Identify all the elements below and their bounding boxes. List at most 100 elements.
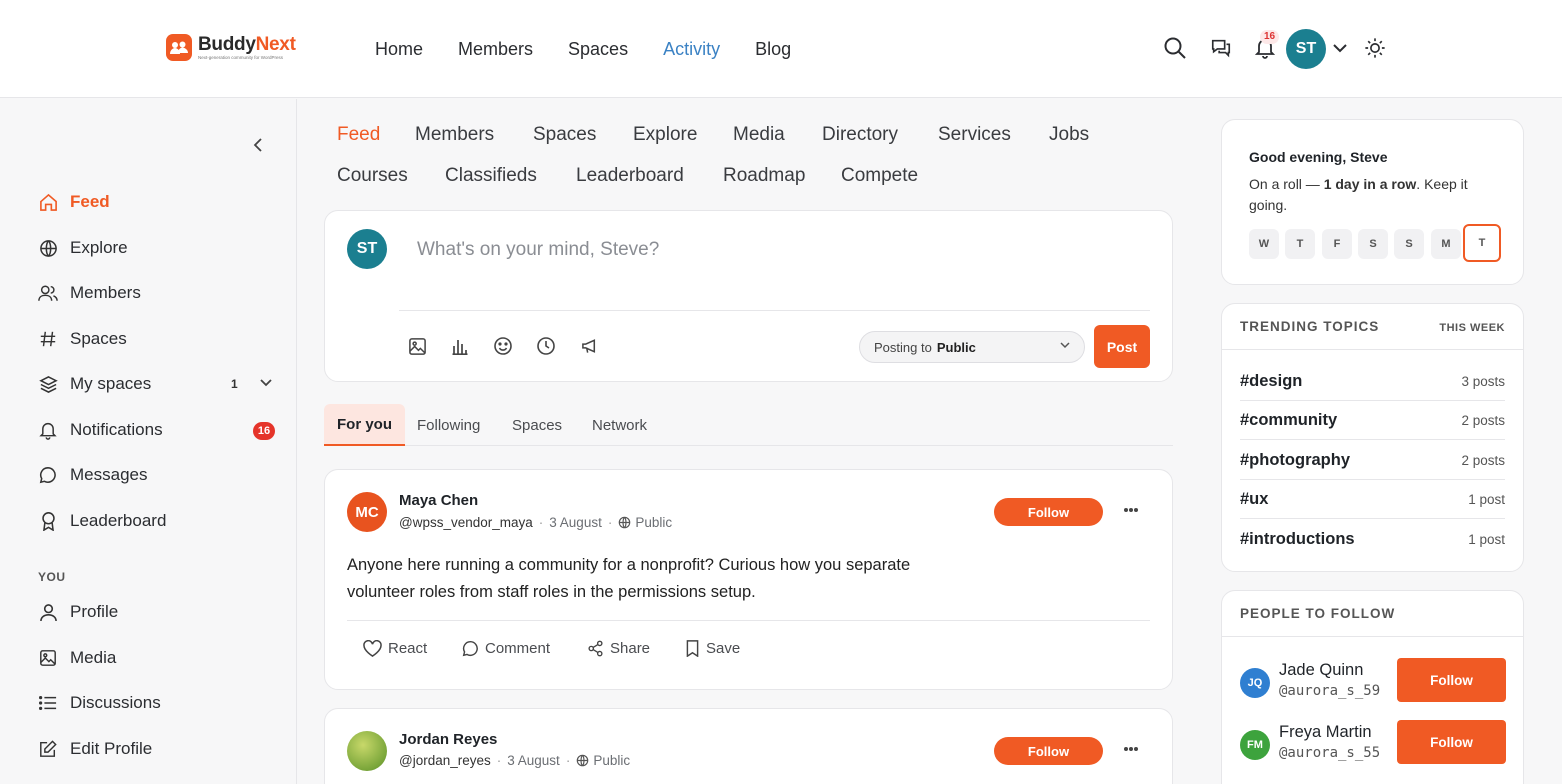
author-avatar[interactable] [347, 731, 387, 771]
add-image-icon[interactable] [406, 335, 428, 357]
tab-network[interactable]: Network [579, 404, 660, 446]
brand-tagline: Next-generation community for WordPress [198, 54, 283, 60]
sidebar-item-label: Explore [70, 238, 128, 257]
sidebar-item-discussions[interactable]: Discussions [38, 691, 161, 715]
tab-compete[interactable]: Compete [841, 165, 918, 187]
tab-members[interactable]: Members [415, 124, 494, 146]
nav-blog[interactable]: Blog [755, 38, 791, 60]
follow-button[interactable]: Follow [1397, 720, 1506, 764]
sidebar-item-label: Discussions [70, 693, 161, 712]
tab-classifieds[interactable]: Classifieds [445, 165, 537, 187]
react-button[interactable]: React [363, 640, 427, 657]
trending-topic[interactable]: #photography 2 posts [1240, 441, 1505, 480]
tab-following[interactable]: Following [404, 404, 493, 446]
people-to-follow-card: PEOPLE TO FOLLOW JQ Jade Quinn @aurora_s… [1221, 590, 1524, 784]
trending-period: THIS WEEK [1439, 322, 1505, 334]
follow-button[interactable]: Follow [994, 737, 1103, 765]
person-name[interactable]: Freya Martin [1279, 723, 1372, 742]
follow-button[interactable]: Follow [1397, 658, 1506, 702]
tab-leaderboard[interactable]: Leaderboard [576, 165, 684, 187]
notifications-count-badge: 16 [253, 422, 275, 440]
globe-icon [618, 516, 631, 529]
tab-spaces-feed[interactable]: Spaces [499, 404, 575, 446]
post-date[interactable]: 3 August [507, 753, 560, 768]
nav-activity[interactable]: Activity [663, 38, 720, 60]
share-button[interactable]: Share [587, 640, 650, 657]
author-handle[interactable]: @jordan_reyes [399, 753, 491, 768]
tab-for-you[interactable]: For you [324, 404, 405, 446]
sidebar-item-notifications[interactable]: Notifications [38, 418, 163, 442]
sidebar-item-explore[interactable]: Explore [38, 236, 128, 260]
tab-spaces[interactable]: Spaces [533, 124, 596, 146]
top-nav: Home Members Spaces Activity Blog [375, 38, 826, 60]
poll-chart-icon[interactable] [449, 335, 471, 357]
react-label: React [388, 640, 428, 657]
trending-title: TRENDING TOPICS [1240, 319, 1380, 334]
audience-select[interactable]: Posting to Public [859, 331, 1085, 363]
sidebar-item-label: My spaces [70, 374, 152, 393]
sidebar-item-spaces[interactable]: Spaces [38, 327, 127, 351]
people-title: PEOPLE TO FOLLOW [1240, 606, 1396, 621]
person-avatar[interactable]: JQ [1240, 668, 1270, 698]
sidebar-item-media[interactable]: Media [38, 646, 116, 670]
save-button[interactable]: Save [685, 640, 740, 657]
brand-logo[interactable]: BuddyNext Next-generation community for … [166, 34, 296, 61]
user-icon [38, 602, 58, 622]
trending-topic[interactable]: #introductions 1 post [1240, 520, 1505, 559]
tab-media[interactable]: Media [733, 124, 785, 146]
streak-day: F [1322, 229, 1352, 259]
sidebar-item-profile[interactable]: Profile [38, 600, 118, 624]
more-options-icon[interactable] [1123, 507, 1143, 517]
tab-feed[interactable]: Feed [337, 124, 380, 146]
composer-divider [399, 310, 1150, 311]
nav-spaces[interactable]: Spaces [568, 38, 628, 60]
sidebar-item-leaderboard[interactable]: Leaderboard [38, 509, 166, 533]
nav-members[interactable]: Members [458, 38, 533, 60]
author-name[interactable]: Maya Chen [399, 492, 478, 509]
trending-topic[interactable]: #community 2 posts [1240, 401, 1505, 440]
chevron-down-icon[interactable] [1326, 34, 1354, 62]
streak-day: T [1285, 229, 1315, 259]
author-avatar[interactable]: MC [347, 492, 387, 532]
sidebar-item-edit-profile[interactable]: Edit Profile [38, 737, 152, 761]
tab-roadmap[interactable]: Roadmap [723, 165, 805, 187]
person-avatar[interactable]: FM [1240, 730, 1270, 760]
greeting-card: Good evening, Steve On a roll — 1 day in… [1221, 119, 1524, 285]
schedule-clock-icon[interactable] [535, 335, 557, 357]
my-spaces-chevron-down-icon[interactable] [260, 379, 272, 387]
tab-jobs[interactable]: Jobs [1049, 124, 1089, 146]
trending-topic[interactable]: #design 3 posts [1240, 362, 1505, 401]
tab-courses[interactable]: Courses [337, 165, 408, 187]
post-button[interactable]: Post [1094, 325, 1150, 368]
sidebar-item-my-spaces[interactable]: My spaces [38, 372, 151, 396]
sidebar-item-feed[interactable]: Feed [38, 190, 110, 214]
comment-button[interactable]: Comment [462, 640, 550, 657]
message-icon [38, 465, 58, 485]
follow-button[interactable]: Follow [994, 498, 1103, 526]
collapse-sidebar-icon[interactable] [250, 136, 266, 154]
theme-toggle-sun-icon[interactable] [1361, 34, 1389, 62]
notifications-badge: 16 [1260, 30, 1280, 44]
tab-directory[interactable]: Directory [822, 124, 898, 146]
post-date[interactable]: 3 August [549, 515, 602, 530]
hash-icon [38, 329, 58, 349]
sidebar-item-members[interactable]: Members [38, 281, 141, 305]
author-handle[interactable]: @wpss_vendor_maya [399, 515, 533, 530]
sidebar-item-messages[interactable]: Messages [38, 463, 147, 487]
tab-explore[interactable]: Explore [633, 124, 697, 146]
announcement-megaphone-icon[interactable] [579, 335, 601, 357]
tab-services[interactable]: Services [938, 124, 1011, 146]
post-visibility: Public [635, 515, 673, 530]
author-name[interactable]: Jordan Reyes [399, 731, 497, 748]
user-avatar[interactable]: ST [1286, 29, 1326, 69]
sidebar-item-label: Feed [70, 192, 110, 211]
emoji-icon[interactable] [492, 335, 514, 357]
comment-label: Comment [485, 640, 551, 657]
more-options-icon[interactable] [1123, 746, 1143, 756]
person-name[interactable]: Jade Quinn [1279, 661, 1363, 680]
nav-home[interactable]: Home [375, 38, 423, 60]
trending-topic[interactable]: #ux 1 post [1240, 480, 1505, 519]
composer-input[interactable]: What's on your mind, Steve? [417, 239, 659, 261]
search-icon[interactable] [1161, 34, 1189, 62]
messages-icon[interactable] [1207, 34, 1235, 62]
